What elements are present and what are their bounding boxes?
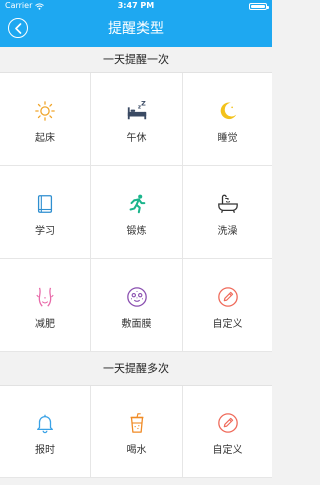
reminder-label: 洗澡 (217, 226, 238, 237)
reminder-bath[interactable]: 洗澡 (183, 166, 272, 259)
reminder-drink-water[interactable]: 喝水 (91, 386, 183, 478)
section-title: 一天提醒多次 (103, 362, 169, 375)
reminder-face-mask[interactable]: 敷面膜 (91, 259, 183, 352)
book-icon (37, 195, 53, 213)
reminder-study[interactable]: 学习 (0, 166, 91, 259)
page-title: 提醒类型 (108, 21, 164, 37)
reminder-label: 锻炼 (126, 226, 147, 237)
reminder-label: 喝水 (126, 445, 147, 456)
cup-icon (130, 413, 143, 433)
moon-icon (220, 102, 236, 120)
reminder-grid-once: 起床 z Z 午休 睡觉 学习 锻炼 洗澡 减肥 敷面膜 自定义 (0, 73, 272, 352)
reminder-label: 报时 (35, 445, 55, 456)
sun-icon (35, 101, 55, 121)
reminder-exercise[interactable]: 锻炼 (91, 166, 183, 259)
reminder-label: 减肥 (35, 319, 55, 330)
section-header-multiple: 一天提醒多次 (0, 352, 272, 386)
reminder-custom[interactable]: 自定义 (183, 259, 272, 352)
bathtub-icon (217, 194, 238, 213)
bed-icon: z Z (127, 100, 146, 120)
reminder-label: 起床 (35, 133, 55, 144)
reminder-custom-multiple[interactable]: 自定义 (183, 386, 272, 478)
battery-icon (249, 3, 269, 10)
section-header-once: 一天提醒一次 (0, 47, 272, 73)
app-header: Carrier 3:47 PM 提醒类型 (0, 0, 272, 47)
reminder-label: 睡觉 (217, 133, 238, 144)
reminder-label: 午休 (126, 133, 147, 144)
reminder-lose-weight[interactable]: 减肥 (0, 259, 91, 352)
reminder-label: 学习 (35, 226, 55, 237)
reminder-nap[interactable]: z Z 午休 (91, 73, 183, 166)
edit-circle-icon (217, 287, 238, 307)
reminder-wake-up[interactable]: 起床 (0, 73, 91, 166)
section-title: 一天提醒一次 (103, 53, 169, 66)
svg-text:Z: Z (141, 100, 146, 108)
reminder-label: 敷面膜 (121, 319, 152, 330)
reminder-sleep[interactable]: 睡觉 (183, 73, 272, 166)
reminder-label: 自定义 (212, 319, 243, 330)
running-icon (129, 194, 145, 214)
navigation-bar: 提醒类型 (0, 12, 272, 47)
reminder-chime[interactable]: 报时 (0, 386, 91, 478)
bell-icon (37, 414, 53, 434)
body-icon (36, 287, 54, 307)
face-mask-icon (126, 287, 147, 307)
reminder-label: 自定义 (212, 445, 243, 456)
status-time: 3:47 PM (117, 1, 155, 10)
status-bar: Carrier 3:47 PM (0, 0, 272, 12)
edit-circle-icon (217, 413, 238, 433)
reminder-grid-multiple: 报时 喝水 自定义 (0, 386, 272, 478)
